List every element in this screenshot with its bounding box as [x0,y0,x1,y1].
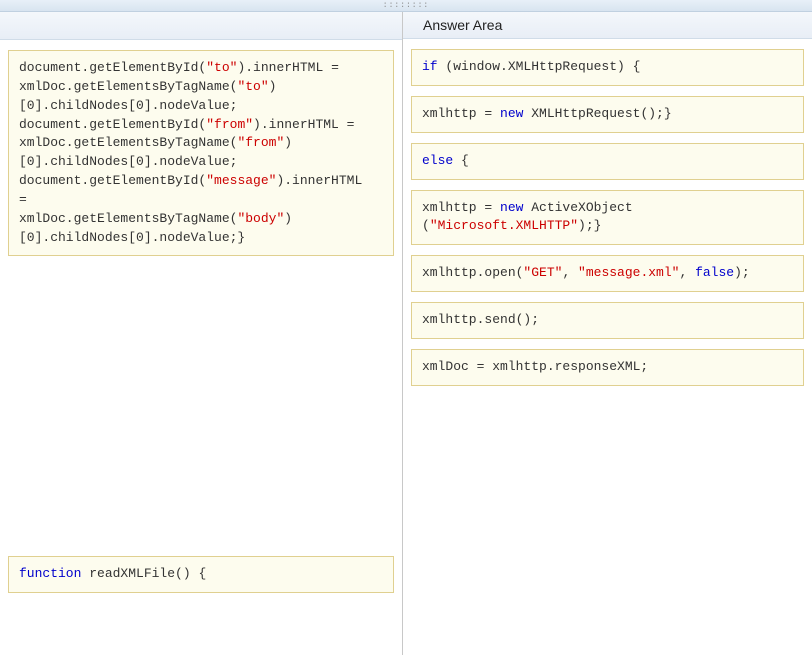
code-block-activex[interactable]: xmlhttp = new ActiveXObject("Microsoft.X… [411,190,804,246]
main-container: document.getElementById("to").innerHTML … [0,12,812,655]
code-block-if[interactable]: if (window.XMLHttpRequest) { [411,49,804,86]
code-block-open[interactable]: xmlhttp.open("GET", "message.xml", false… [411,255,804,292]
code-block-dom-assign[interactable]: document.getElementById("to").innerHTML … [8,50,394,256]
splitter-handle[interactable]: :::::::: [383,1,429,11]
source-pane: document.getElementById("to").innerHTML … [0,12,403,655]
left-header [0,12,402,40]
answer-area-header: Answer Area [403,12,812,39]
answer-pane: Answer Area if (window.XMLHttpRequest) {… [403,12,812,655]
code-block-xhr-new[interactable]: xmlhttp = new XMLHttpRequest();} [411,96,804,133]
code-block-function-decl[interactable]: function readXMLFile() { [8,556,394,593]
code-block-else[interactable]: else { [411,143,804,180]
code-block-responsexml[interactable]: xmlDoc = xmlhttp.responseXML; [411,349,804,386]
top-bar: :::::::: [0,0,812,12]
code-block-send[interactable]: xmlhttp.send(); [411,302,804,339]
